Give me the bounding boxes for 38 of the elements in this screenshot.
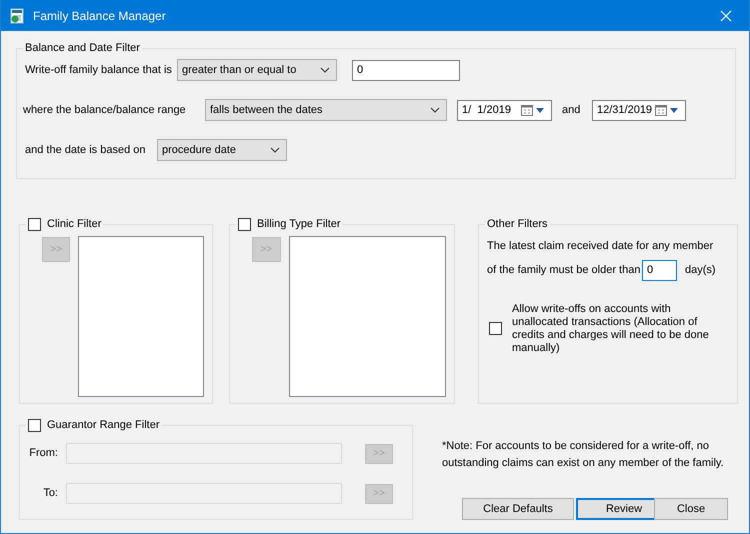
group-title: Other Filters [486, 218, 549, 231]
chevron-down-icon [430, 107, 440, 113]
date-basis-dropdown[interactable]: procedure date [157, 139, 287, 161]
claim-text: The latest claim received date for any member [487, 239, 714, 254]
calendar-dropdown-icon[interactable] [655, 104, 681, 116]
checkbox[interactable] [238, 218, 251, 231]
claim-text: of the family must be older than [487, 262, 642, 278]
chevron-down-icon [320, 67, 330, 73]
window-title: Family Balance Manager [33, 8, 166, 24]
dialog-button[interactable]: Clear Defaults [462, 498, 574, 520]
field-label: From: [28, 446, 58, 462]
date-picker[interactable]: 12/31/2019 [592, 100, 686, 120]
app-icon [10, 8, 26, 24]
dialog-button[interactable]: Close [654, 498, 728, 520]
and-label: and [562, 102, 582, 118]
field-label: Write-off family balance that is [25, 62, 173, 78]
filter-label: Billing Type Filter [257, 218, 341, 231]
list-box[interactable] [288, 236, 446, 397]
checkbox[interactable] [28, 419, 41, 432]
range-dropdown[interactable]: falls between the dates [205, 99, 447, 121]
list-box[interactable] [78, 236, 204, 397]
calendar-dropdown-icon[interactable] [521, 104, 547, 116]
field-label: and the date is based on [25, 142, 146, 158]
days-input[interactable]: 0 [642, 260, 677, 280]
field-label: To: [42, 486, 58, 502]
balance-input[interactable]: 0 [352, 60, 460, 80]
chevron-down-icon [270, 147, 280, 153]
checkbox[interactable] [28, 218, 41, 231]
group-title: Balance and Date Filter [24, 42, 141, 55]
checkbox[interactable] [489, 322, 502, 335]
date-picker[interactable]: 1/ 1/2019 [457, 100, 552, 120]
filter-label: Clinic Filter [47, 218, 102, 231]
filter-label: Guarantor Range Filter [47, 419, 160, 432]
field-label: where the balance/balance range [23, 102, 187, 118]
checkbox-label: Allow write-offs on accounts with unallocated transactions (Allocation of credits and charges will need to be done manually) [512, 302, 710, 354]
operator-dropdown[interactable]: greater than or equal to [177, 59, 337, 81]
note-text: *Note: For accounts to be considered for a write-off, no outstanding claims can exist on any member of the family. [442, 439, 725, 470]
days-label: day(s) [685, 262, 716, 278]
